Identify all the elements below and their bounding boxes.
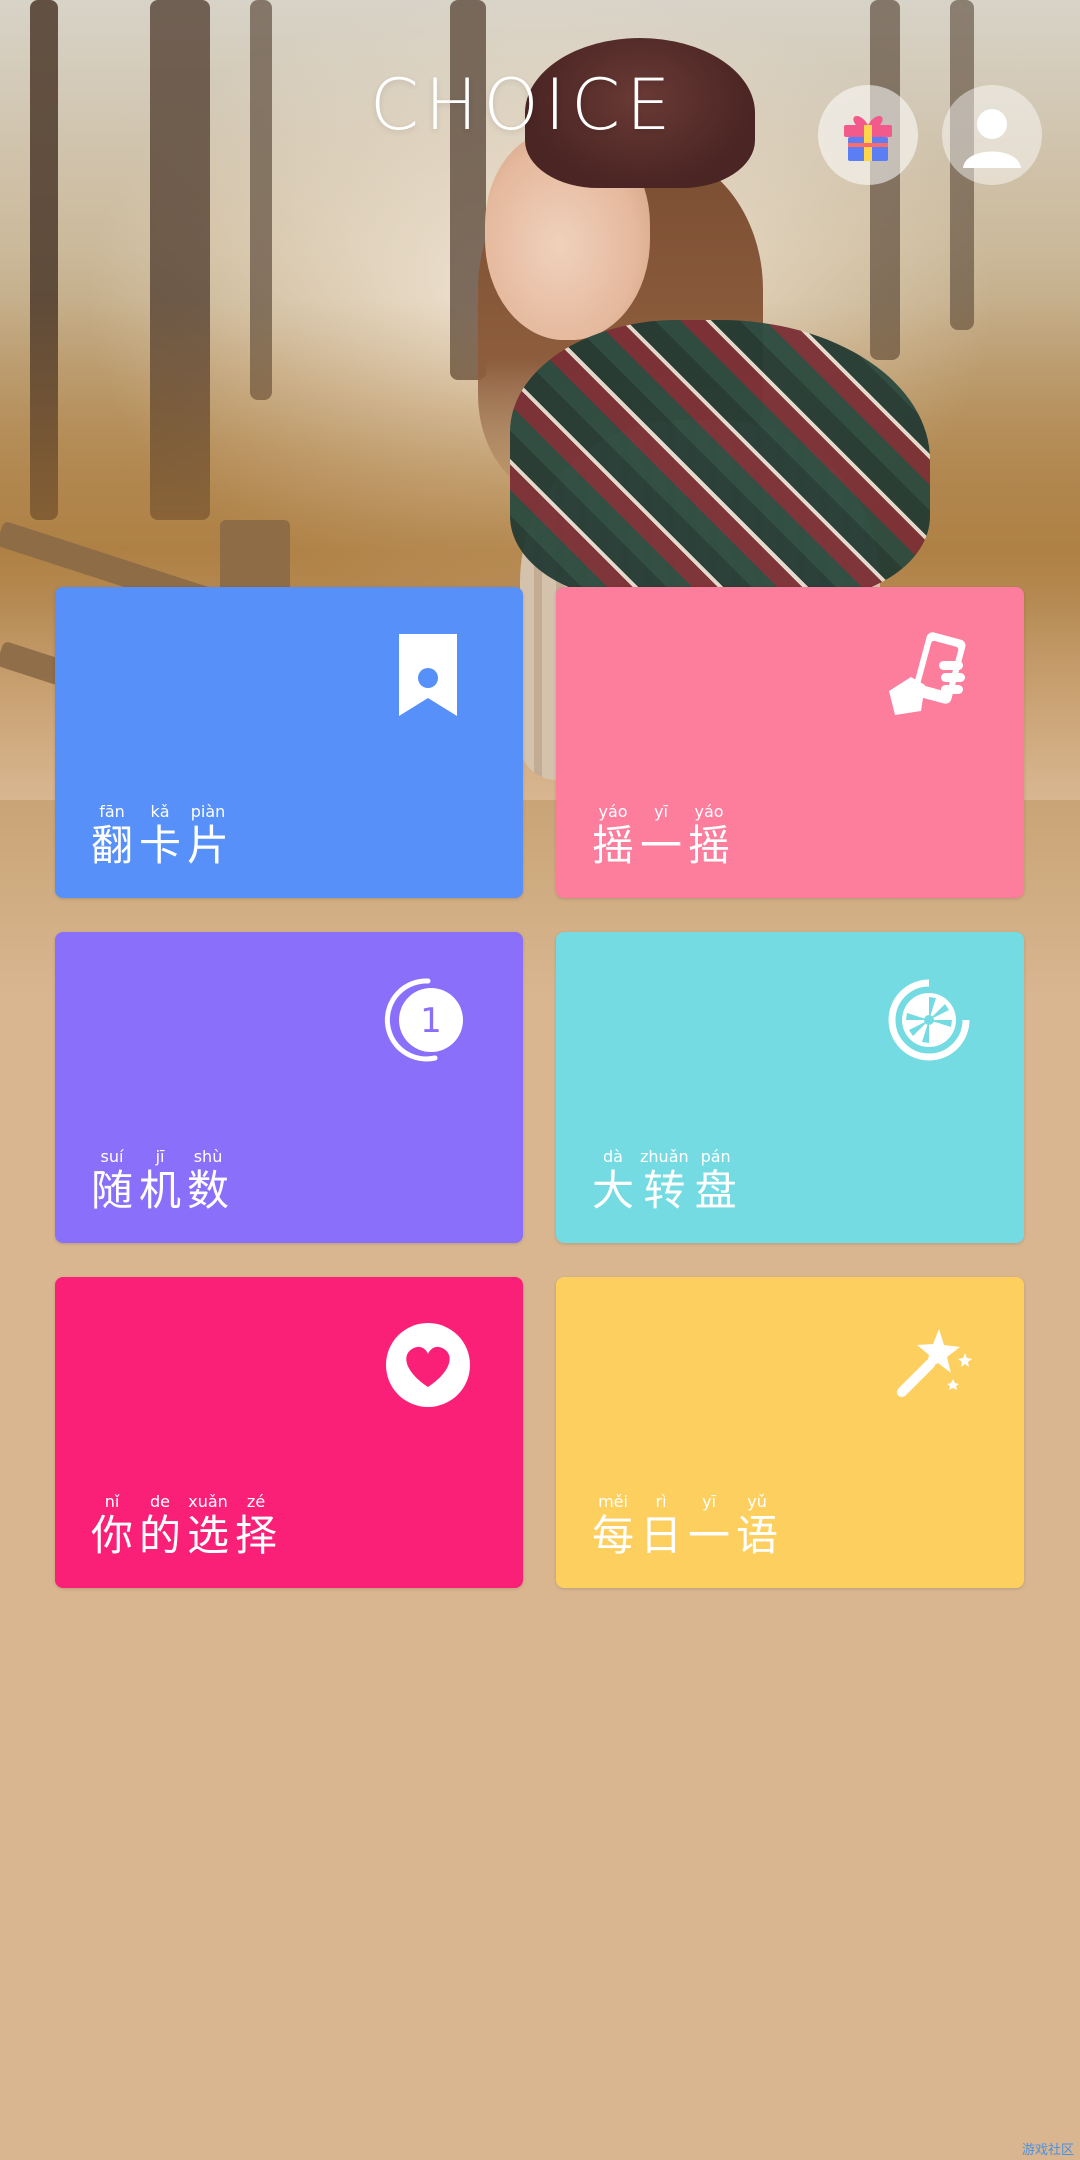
profile-button[interactable] bbox=[942, 85, 1042, 185]
gift-icon bbox=[844, 115, 892, 161]
heart-icon bbox=[380, 1317, 475, 1412]
tile-label: fān 翻 kǎ 卡 piàn 片 bbox=[91, 802, 230, 871]
tile-label: yáo 摇 yī 一 yáo 摇 bbox=[592, 802, 731, 871]
tile-your-choice[interactable]: nǐ 你 de 的 xuǎn 选 zé 择 bbox=[55, 1277, 523, 1588]
tile-wheel[interactable]: dà 大 zhuǎn 转 pán 盘 bbox=[556, 932, 1024, 1243]
header: CHOICE bbox=[0, 0, 1080, 200]
hand-phone-icon bbox=[881, 627, 976, 722]
bookmark-icon bbox=[380, 627, 475, 722]
spin-wheel-icon bbox=[881, 972, 976, 1067]
gift-button[interactable] bbox=[818, 85, 918, 185]
app-logo: CHOICE bbox=[370, 64, 677, 146]
tile-label: měi 每 rì 日 yī 一 yǔ 语 bbox=[592, 1492, 779, 1561]
tile-label: suí 随 jī 机 shù 数 bbox=[91, 1147, 230, 1216]
tile-shake[interactable]: yáo 摇 yī 一 yáo 摇 bbox=[556, 587, 1024, 898]
tile-random-number[interactable]: 1 suí 随 jī 机 shù 数 bbox=[55, 932, 523, 1243]
tile-flip-card[interactable]: fān 翻 kǎ 卡 piàn 片 bbox=[55, 587, 523, 898]
svg-text:1: 1 bbox=[420, 1001, 442, 1041]
magic-wand-icon bbox=[881, 1317, 976, 1412]
watermark: 游戏社区 bbox=[1021, 2143, 1074, 2158]
tile-label: dà 大 zhuǎn 转 pán 盘 bbox=[592, 1147, 737, 1216]
tile-label: nǐ 你 de 的 xuǎn 选 zé 择 bbox=[91, 1492, 278, 1561]
number-one-icon: 1 bbox=[380, 972, 475, 1067]
tile-daily-quote[interactable]: měi 每 rì 日 yī 一 yǔ 语 bbox=[556, 1277, 1024, 1588]
user-avatar-icon bbox=[963, 109, 1021, 168]
